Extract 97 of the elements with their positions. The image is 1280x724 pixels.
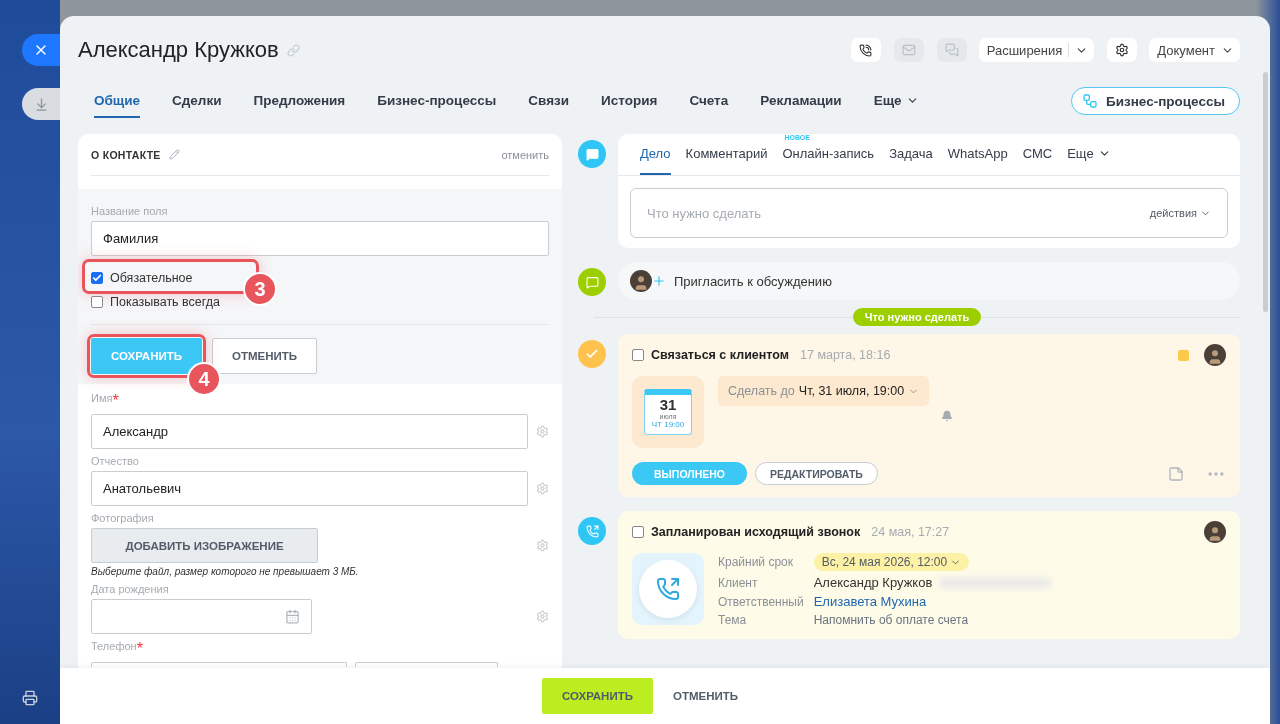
detail-value: Александр Кружков xyxy=(813,575,933,590)
tab[interactable]: Предложения xyxy=(253,84,346,118)
activity-time: 24 мая, 17:27 xyxy=(871,525,950,539)
text-input[interactable]: Анатольевич xyxy=(91,471,528,506)
tab[interactable]: Счета xyxy=(689,84,729,118)
comment-icon xyxy=(578,268,606,296)
activity-title: Запланирован исходящий звонок xyxy=(651,525,861,539)
placeholder: Что нужно сделать xyxy=(647,205,761,221)
deadline-dropdown[interactable]: Сделать до Чт, 31 июля, 19:00 xyxy=(718,376,930,406)
avatar xyxy=(1204,344,1226,366)
activity-tab[interactable]: Задача xyxy=(889,146,933,175)
settings-icon xyxy=(1115,43,1130,57)
cancel-button[interactable]: ОТМЕНИТЬ xyxy=(652,678,759,714)
avatar xyxy=(1204,521,1226,543)
detail-value: Напомнить об оплате счета xyxy=(813,613,969,627)
phone-icon xyxy=(859,43,873,57)
detail-label: Ответственный xyxy=(718,594,804,609)
calendar-day: 31 xyxy=(659,397,677,413)
activity-title: Связаться с клиентом xyxy=(651,348,789,362)
invite-button[interactable]: Пригласить к обсуждению xyxy=(618,262,1240,300)
field-label: Отчество xyxy=(91,455,139,467)
field-name-input[interactable]: Фамилия xyxy=(91,221,549,256)
activity-time: 17 марта, 18:16 xyxy=(800,348,891,362)
field-label: Имя xyxy=(91,392,113,406)
field-label: Телефон xyxy=(91,640,137,654)
scrollbar[interactable] xyxy=(1263,72,1268,312)
save-button[interactable]: СОХРАНИТЬ xyxy=(541,678,653,714)
note-icon[interactable] xyxy=(1168,465,1184,482)
message-icon xyxy=(578,140,606,168)
gear-icon[interactable] xyxy=(536,482,549,495)
edit-button[interactable]: РЕДАКТИРОВАТЬ xyxy=(755,462,878,485)
phone-icon xyxy=(578,517,606,545)
tab[interactable]: Еще xyxy=(873,84,919,118)
settings-button[interactable] xyxy=(1107,38,1138,62)
tab[interactable]: Рекламации xyxy=(760,84,842,118)
outgoing-call-icon xyxy=(656,577,680,601)
contact-title: Александр Кружков xyxy=(78,37,279,63)
tab[interactable]: История xyxy=(601,84,658,118)
callout-badge: 4 xyxy=(187,362,221,396)
checkbox[interactable] xyxy=(632,526,644,538)
calendar-icon xyxy=(285,609,300,624)
add-image-button[interactable]: ДОБАВИТЬ ИЗОБРАЖЕНИЕ xyxy=(91,528,318,563)
actions-dropdown[interactable]: действия xyxy=(1149,207,1211,219)
callout-badge: 3 xyxy=(243,272,277,306)
tab[interactable]: Сделки xyxy=(172,84,222,118)
workflow-icon xyxy=(1081,93,1098,109)
date-input[interactable] xyxy=(91,599,312,634)
field-label: Дата рождения xyxy=(91,583,169,595)
tab[interactable]: Общие xyxy=(94,84,141,118)
checkbox-label: Обязательное xyxy=(110,271,193,285)
bell-icon[interactable] xyxy=(941,410,954,422)
checkbox[interactable] xyxy=(91,296,103,308)
extensions-button[interactable]: Расширения xyxy=(978,38,1095,62)
business-process-button[interactable]: Бизнес-процессы xyxy=(1070,87,1240,115)
gear-icon[interactable] xyxy=(536,539,549,552)
detail-label: Тема xyxy=(718,613,748,627)
link-icon[interactable] xyxy=(286,43,300,57)
mail-icon xyxy=(901,43,916,57)
activity-tab[interactable]: Еще xyxy=(1067,146,1111,175)
checkbox-label: Показывать всегда xyxy=(110,295,221,309)
phone-type-input[interactable] xyxy=(355,662,498,667)
phone-input[interactable] xyxy=(91,662,347,667)
phone-button[interactable] xyxy=(850,38,881,62)
printer-icon[interactable] xyxy=(22,690,38,706)
section-divider-label: Что нужно сделать xyxy=(852,308,982,326)
detail-label: Крайний срок xyxy=(718,555,794,569)
chat-icon xyxy=(944,43,959,57)
check-icon xyxy=(578,340,606,368)
field-label: Фотография xyxy=(91,512,154,524)
activity-tab[interactable]: Комментарий xyxy=(685,146,768,175)
tab[interactable]: Бизнес-процессы xyxy=(377,84,497,118)
close-button[interactable] xyxy=(22,34,60,66)
field-label: Название поля xyxy=(91,205,169,217)
pencil-icon[interactable] xyxy=(168,149,180,160)
checkbox[interactable] xyxy=(632,349,644,361)
person-link[interactable]: Елизавета Мухина xyxy=(813,594,927,609)
hint-text: Выберите файл, размер которого не превышает 3 МБ. xyxy=(91,566,360,577)
cancel-button[interactable]: ОТМЕНИТЬ xyxy=(212,338,318,374)
gear-icon[interactable] xyxy=(536,425,549,438)
document-button[interactable]: Документ xyxy=(1149,38,1240,62)
required-mark: * xyxy=(136,640,143,658)
tab[interactable]: Связи xyxy=(528,84,570,118)
minimize-button[interactable] xyxy=(22,88,60,120)
required-mark: * xyxy=(112,392,119,410)
avatar xyxy=(630,270,652,292)
calendar-time: ЧТ 19:00 xyxy=(651,420,685,429)
activity-tab[interactable]: СМС xyxy=(1022,146,1053,175)
gear-icon[interactable] xyxy=(536,610,549,623)
deadline-dropdown[interactable]: Вс, 24 мая 2026, 12:00 xyxy=(813,553,970,571)
activity-tab[interactable]: Дело xyxy=(640,146,671,175)
activity-tab[interactable]: WhatsApp xyxy=(947,146,1008,175)
plus-icon xyxy=(652,274,666,288)
text-input[interactable]: Александр xyxy=(91,414,528,449)
section-title: О КОНТАКТЕ xyxy=(91,148,161,161)
detail-label: Клиент xyxy=(718,575,759,590)
activity-input[interactable]: Что нужно сделать действия xyxy=(630,188,1228,238)
checkbox[interactable] xyxy=(91,272,103,284)
